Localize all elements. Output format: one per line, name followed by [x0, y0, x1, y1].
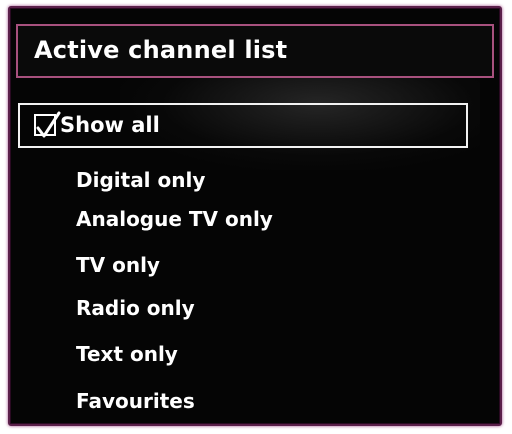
menu-item-digital-only[interactable]: Digital only — [76, 168, 205, 192]
menu-item-text-only[interactable]: Text only — [76, 342, 178, 366]
menu-title-box: Active channel list — [16, 24, 494, 78]
menu-item-analogue-tv-only[interactable]: Analogue TV only — [76, 207, 273, 231]
menu-item-show-all[interactable]: Show all — [18, 103, 468, 148]
menu-title: Active channel list — [34, 36, 288, 64]
checkbox[interactable] — [34, 111, 61, 138]
menu-item-tv-only[interactable]: TV only — [76, 253, 160, 277]
menu-item-radio-only[interactable]: Radio only — [76, 296, 195, 320]
menu-item-favourites[interactable]: Favourites — [76, 389, 195, 413]
menu-item-label: Show all — [60, 113, 160, 137]
checkmark-icon — [36, 111, 61, 138]
